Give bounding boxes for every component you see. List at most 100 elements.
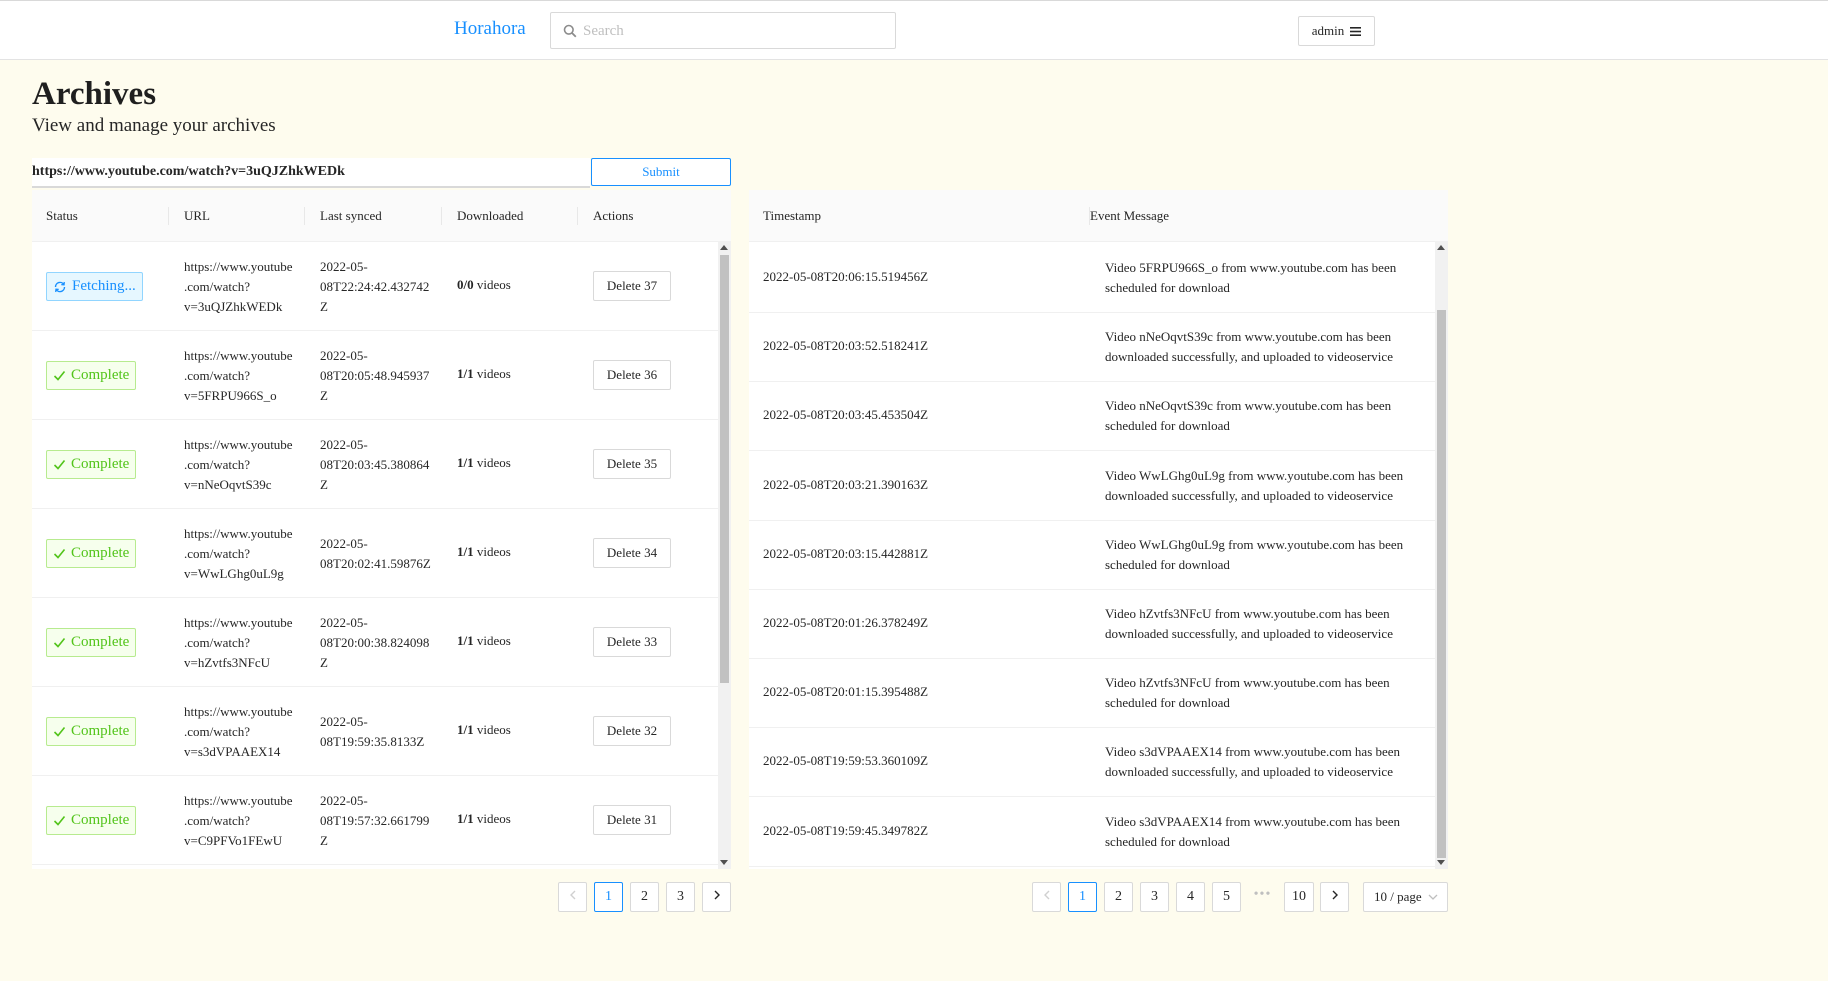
last-synced: 2022-05- 08T19:59:35.8133Z (320, 712, 445, 752)
event-message: Video s3dVPAAEX14 from www.youtube.com h… (1105, 812, 1425, 852)
delete-archive-button[interactable]: Delete 34 (593, 538, 671, 568)
table-row: 2022-05-08T20:06:15.519456Z Video 5FRPU96… (749, 244, 1435, 313)
synced-line: 2022-05- (320, 535, 368, 551)
downloaded-ratio: 1/1 (457, 455, 474, 470)
event-message: Video WwLGhg0uL9g from www.youtube.com h… (1105, 466, 1425, 506)
message-line: downloaded successfully, and uploaded to… (1105, 764, 1393, 779)
next-page-button[interactable] (1320, 882, 1349, 912)
status-badge: Fetching... (46, 272, 143, 301)
user-menu-label: admin (1311, 23, 1345, 38)
delete-archive-button[interactable]: Delete 35 (593, 449, 671, 479)
submit-button[interactable]: Submit (591, 158, 731, 186)
page-button[interactable]: 3 (1140, 882, 1169, 912)
page-size-select[interactable]: 10 / page (1363, 882, 1448, 912)
archive-url: https://www.youtube .com/watch? v=C9PFVo1F… (184, 791, 304, 851)
column-divider (577, 207, 578, 225)
page-button[interactable]: 1 (594, 882, 623, 912)
page-button[interactable]: 2 (1104, 882, 1133, 912)
synced-line: 08T22:24:42.432742 (320, 278, 430, 294)
message-line: Video s3dVPAAEX14 from www.youtube.com h… (1105, 814, 1401, 829)
scrollbar-thumb[interactable] (720, 255, 729, 683)
prev-page-button[interactable] (558, 882, 587, 912)
event-timestamp: 2022-05-08T20:03:15.442881Z (763, 546, 929, 561)
delete-archive-button[interactable]: Delete 33 (593, 627, 671, 657)
table-row: 2022-05-08T19:59:53.360109Z Video s3dVPAA… (749, 728, 1435, 797)
url-line: .com/watch? (184, 634, 251, 650)
downloaded-count: 1/1 videos (457, 722, 511, 738)
downloaded-count: 1/1 videos (457, 811, 511, 827)
downloaded-ratio: 1/1 (457, 366, 474, 381)
page-button[interactable]: 10 (1284, 882, 1314, 912)
search-input[interactable] (583, 21, 883, 41)
table-row: Fetching... https://www.youtube .com/watch… (32, 242, 718, 331)
status-label: Complete (71, 456, 130, 472)
events-table: Timestamp Event Message 2022-05-08T20:06… (749, 190, 1448, 869)
message-line: Video WwLGhg0uL9g from www.youtube.com h… (1105, 537, 1404, 552)
status-label: Complete (71, 367, 130, 383)
message-line: scheduled for download (1105, 418, 1230, 433)
event-timestamp: 2022-05-08T20:03:21.390163Z (763, 477, 929, 492)
table-row: Complete https://www.youtube .com/watch? v=… (32, 331, 718, 420)
delete-archive-button[interactable]: Delete 36 (593, 360, 671, 390)
url-line: v=3uQJZhkWEDk (184, 298, 283, 314)
url-line: .com/watch? (184, 367, 251, 383)
archives-table-header: Status URL Last synced Downloaded Action… (32, 190, 731, 242)
table-row: 2022-05-08T20:03:15.442881Z Video WwLGhg0… (749, 521, 1435, 590)
delete-archive-button[interactable]: Delete 31 (593, 805, 671, 835)
archives-scrollbar[interactable] (718, 241, 731, 869)
search-icon (563, 24, 577, 38)
url-line: .com/watch? (184, 545, 251, 561)
archive-url-input[interactable] (32, 158, 590, 188)
status-label: Complete (71, 812, 130, 828)
chevron-right-icon (1332, 890, 1338, 900)
scroll-down-arrow[interactable] (1437, 860, 1445, 865)
status-label: Fetching... (72, 278, 136, 294)
delete-archive-button[interactable]: Delete 37 (593, 271, 671, 301)
status-label: Complete (71, 545, 130, 561)
sync-icon (54, 281, 66, 292)
table-row: 2022-05-08T20:01:15.395488Z Video hZvtfs3… (749, 659, 1435, 728)
chevron-left-icon (569, 890, 575, 900)
event-message: Video hZvtfs3NFcU from www.youtube.com h… (1105, 673, 1425, 713)
event-message: Video hZvtfs3NFcU from www.youtube.com h… (1105, 604, 1425, 644)
next-page-button[interactable] (702, 882, 731, 912)
message-line: downloaded successfully, and uploaded to… (1105, 349, 1393, 364)
synced-line: Z (320, 298, 328, 314)
scroll-up-arrow[interactable] (720, 245, 728, 250)
scroll-up-arrow[interactable] (1437, 245, 1445, 250)
scroll-down-arrow[interactable] (720, 860, 728, 865)
page-button[interactable]: 4 (1176, 882, 1205, 912)
event-timestamp: 2022-05-08T20:01:26.378249Z (763, 615, 929, 630)
page-button[interactable]: 2 (630, 882, 659, 912)
downloaded-count: 1/1 videos (457, 366, 511, 382)
downloaded-ratio: 0/0 (457, 277, 474, 292)
page-button[interactable]: 1 (1068, 882, 1097, 912)
downloaded-ratio: 1/1 (457, 633, 474, 648)
message-line: Video hZvtfs3NFcU from www.youtube.com h… (1105, 606, 1390, 621)
events-scrollbar[interactable] (1435, 241, 1448, 869)
message-line: downloaded successfully, and uploaded to… (1105, 488, 1393, 503)
downloaded-unit: videos (476, 277, 511, 292)
downloaded-ratio: 1/1 (457, 811, 474, 826)
synced-line: 2022-05- (320, 713, 368, 729)
url-line: v=5FRPU966S_o (184, 387, 277, 403)
downloaded-unit: videos (476, 633, 511, 648)
page-ellipsis[interactable]: ••• (1248, 882, 1277, 912)
user-menu-button[interactable]: admin (1298, 16, 1375, 46)
downloaded-unit: videos (476, 722, 511, 737)
synced-line: 2022-05- (320, 436, 368, 452)
event-timestamp: 2022-05-08T20:03:45.453504Z (763, 407, 929, 422)
delete-archive-button[interactable]: Delete 32 (593, 716, 671, 746)
column-header-timestamp: Timestamp (763, 208, 822, 223)
synced-line: 2022-05- (320, 347, 368, 363)
prev-page-button[interactable] (1032, 882, 1061, 912)
synced-line: 08T19:57:32.661799 (320, 812, 430, 828)
downloaded-unit: videos (476, 366, 511, 381)
page-button[interactable]: 5 (1212, 882, 1241, 912)
brand-logo-link[interactable]: Horahora (454, 18, 526, 40)
event-timestamp: 2022-05-08T20:06:15.519456Z (763, 269, 929, 284)
page-button[interactable]: 3 (666, 882, 695, 912)
search-box[interactable] (550, 12, 896, 49)
scrollbar-thumb[interactable] (1437, 310, 1446, 858)
column-divider (168, 207, 169, 225)
